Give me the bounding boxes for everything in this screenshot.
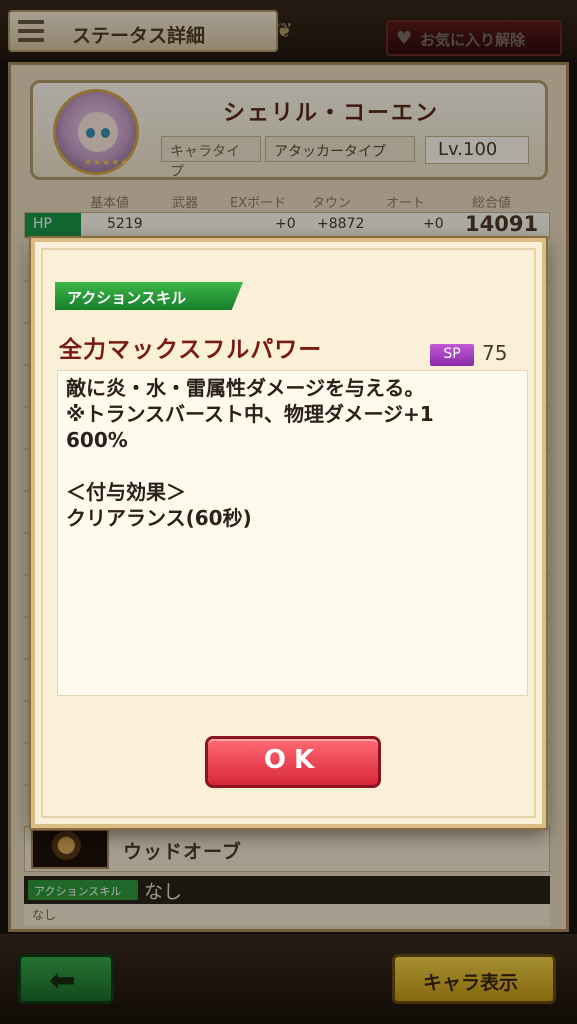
skill-type-badge: アクションスキル [55, 282, 243, 310]
skill-name: 全力マックスフルパワー [59, 337, 323, 363]
ok-button[interactable]: OK [205, 736, 381, 788]
sp-value: 75 [482, 341, 508, 365]
skill-detail-modal: アクションスキル 全力マックスフルパワー SP 75 敵に炎・水・雷属性ダメージ… [31, 238, 546, 828]
skill-description: 敵に炎・水・雷属性ダメージを与える。 ※トランスバースト中、物理ダメージ+1 6… [66, 376, 434, 530]
skill-description-box: 敵に炎・水・雷属性ダメージを与える。 ※トランスバースト中、物理ダメージ+1 6… [57, 370, 528, 696]
sp-badge: SP [430, 344, 474, 366]
